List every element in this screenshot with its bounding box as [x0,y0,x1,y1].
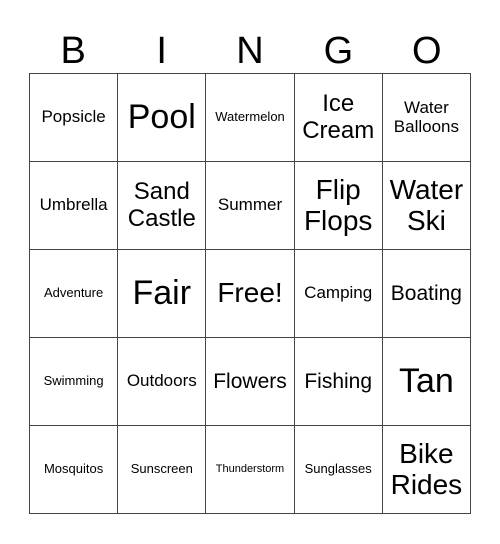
bingo-cell[interactable]: Camping [294,250,383,338]
bingo-cell[interactable]: Umbrella [30,162,119,250]
bingo-cell[interactable]: Boating [382,250,471,338]
bingo-cell[interactable]: Fishing [294,338,383,426]
bingo-cell[interactable]: Summer [206,162,295,250]
bingo-cell[interactable]: Thunderstorm [206,426,295,514]
bingo-header: B I N G O [29,30,471,72]
header-letter-n: N [236,30,264,72]
bingo-cell[interactable]: Ice Cream [294,74,383,162]
bingo-cell[interactable]: Flip Flops [294,162,383,250]
bingo-cell[interactable]: Tan [382,338,471,426]
free-space-cell[interactable]: Free! [206,250,295,338]
bingo-cell[interactable]: Outdoors [118,338,207,426]
bingo-grid: Popsicle Pool Watermelon Ice Cream Water… [29,73,471,514]
header-letter-b: B [60,30,86,72]
bingo-cell[interactable]: Sunscreen [118,426,207,514]
bingo-cell[interactable]: Mosquitos [30,426,119,514]
bingo-cell[interactable]: Popsicle [30,74,119,162]
bingo-cell[interactable]: Water Balloons [382,74,471,162]
bingo-cell[interactable]: Sand Castle [118,162,207,250]
bingo-cell[interactable]: Swimming [30,338,119,426]
header-letter-g: G [323,30,354,72]
header-letter-i: I [156,30,167,72]
bingo-cell[interactable]: Bike Rides [382,426,471,514]
bingo-cell[interactable]: Watermelon [206,74,295,162]
bingo-cell[interactable]: Pool [118,74,207,162]
bingo-cell[interactable]: Sunglasses [294,426,383,514]
bingo-cell[interactable]: Water Ski [382,162,471,250]
bingo-cell[interactable]: Fair [118,250,207,338]
bingo-cell[interactable]: Adventure [30,250,119,338]
bingo-cell[interactable]: Flowers [206,338,295,426]
header-letter-o: O [412,30,442,72]
